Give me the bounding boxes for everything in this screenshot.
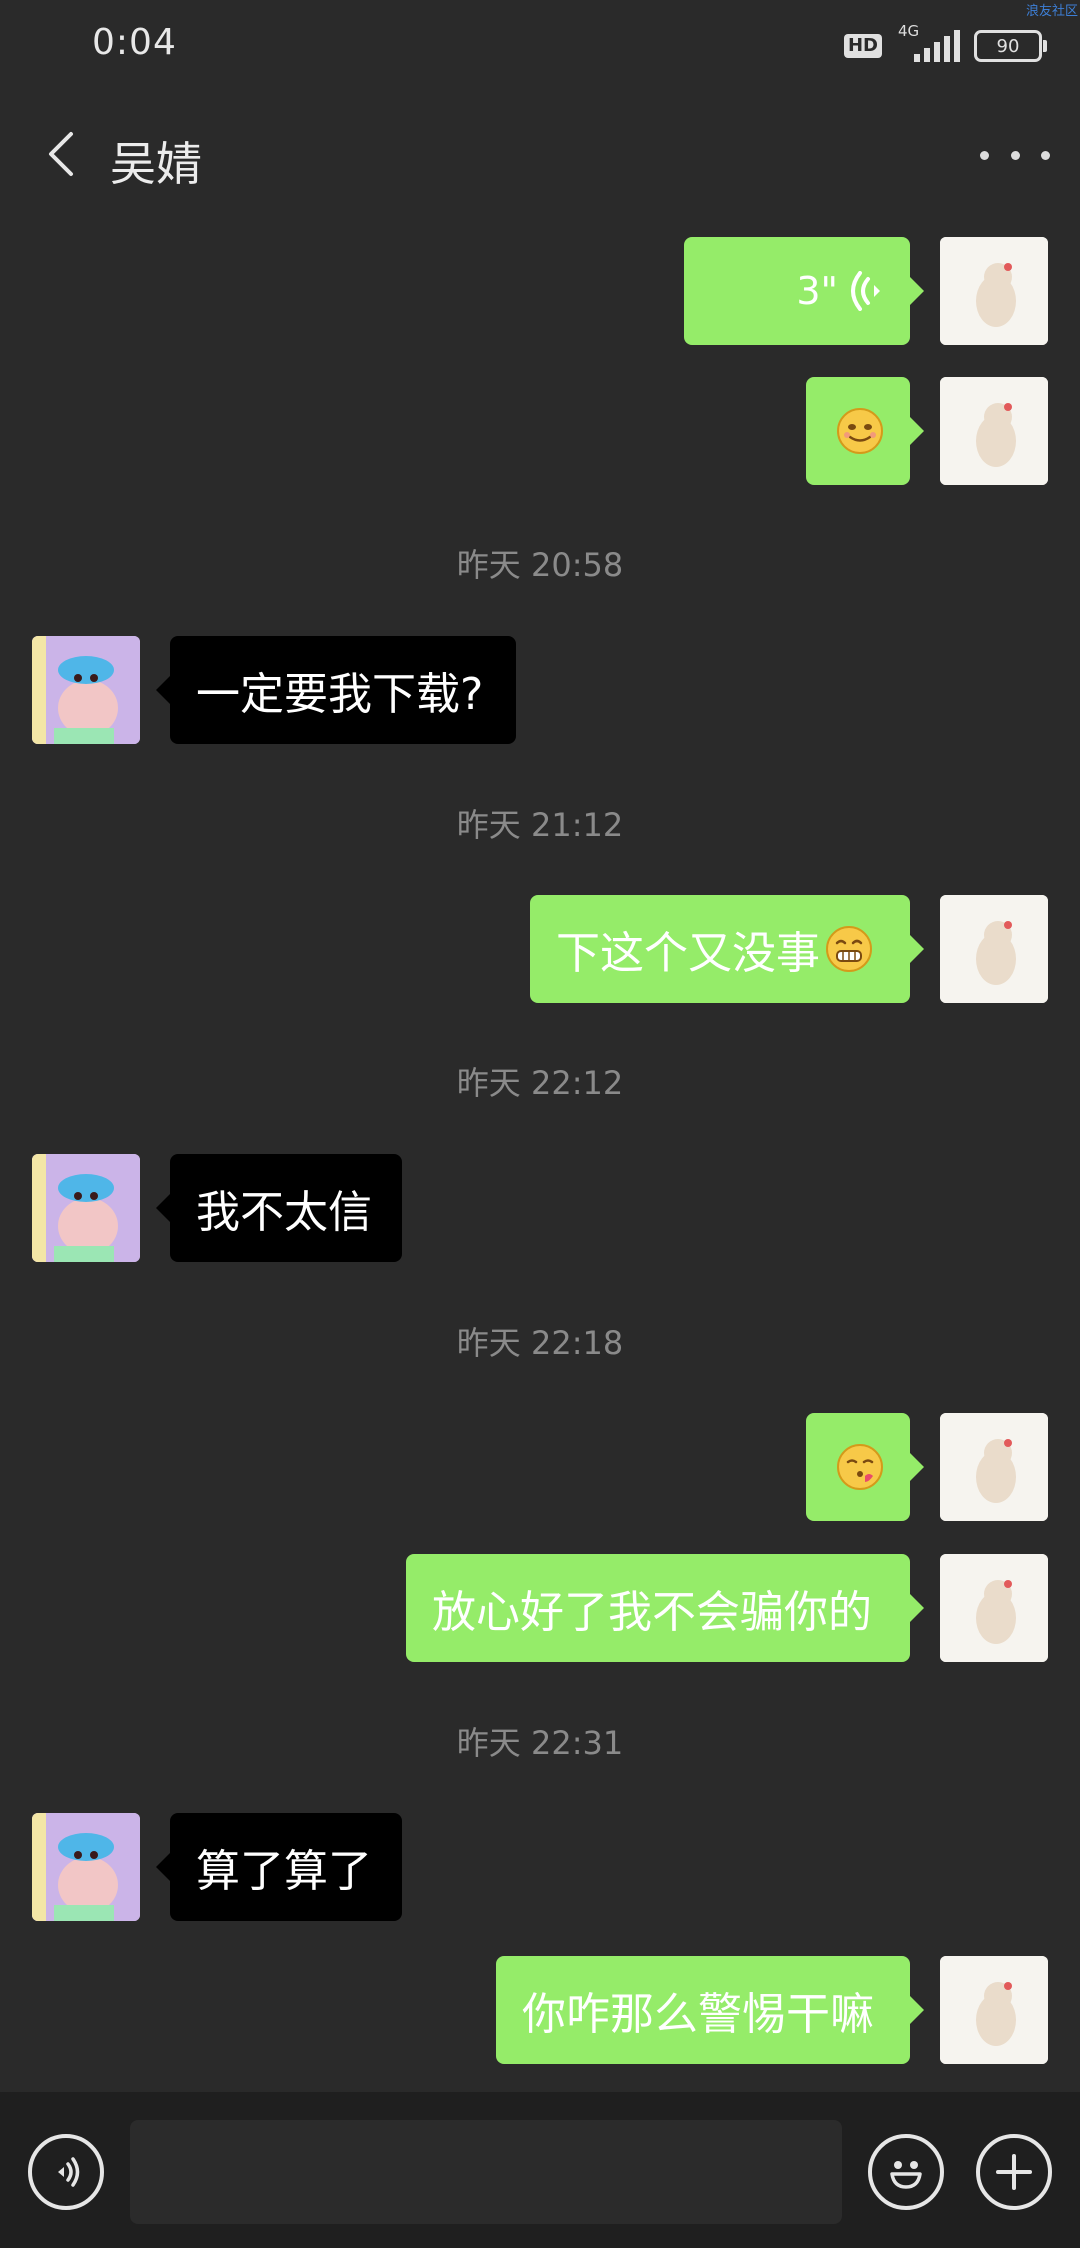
message-list[interactable]: 3" 昨天 20:58 一定要我下载? 昨天 21:12 下这个又没事 昨天 2… (0, 0, 1080, 2090)
message-row: 算了算了 (0, 1813, 1080, 1921)
cartoon-avatar-icon (32, 1154, 140, 1262)
text-message-bubble[interactable]: 下这个又没事 (530, 895, 924, 1003)
cartoon-avatar-icon (940, 1413, 1048, 1521)
message-row: 我不太信 (0, 1154, 1080, 1262)
voice-message-bubble[interactable]: 3" (684, 237, 924, 345)
my-avatar[interactable] (940, 377, 1048, 485)
timestamp: 昨天 21:12 (456, 806, 624, 844)
timestamp: 昨天 22:18 (456, 1324, 624, 1362)
message-row: 一定要我下载? (0, 636, 1080, 744)
message-text: 放心好了我不会骗你的 (432, 1587, 872, 1638)
smile-emoji-icon (837, 408, 883, 454)
emoji-message-bubble[interactable] (806, 1413, 924, 1521)
cartoon-avatar-icon (940, 237, 1048, 345)
shy-emoji-icon (837, 1444, 883, 1490)
message-text: 你咋那么警惕干嘛 (522, 1989, 874, 2040)
cartoon-avatar-icon (940, 895, 1048, 1003)
message-row (0, 377, 1080, 485)
grin-emoji-icon (826, 926, 872, 972)
my-avatar[interactable] (940, 237, 1048, 345)
voice-input-button[interactable] (28, 2134, 104, 2210)
cartoon-avatar-icon (32, 1813, 140, 1921)
emoji-button[interactable] (868, 2134, 944, 2210)
message-text: 我不太信 (196, 1187, 372, 1238)
text-message-bubble[interactable]: 你咋那么警惕干嘛 (496, 1956, 924, 2064)
emoji-message-bubble[interactable] (806, 377, 924, 485)
timestamp: 昨天 22:31 (456, 1724, 624, 1762)
message-row: 你咋那么警惕干嘛 (0, 1956, 1080, 2064)
message-row: 放心好了我不会骗你的 (0, 1554, 1080, 1662)
cartoon-avatar-icon (940, 377, 1048, 485)
cartoon-avatar-icon (940, 1554, 1048, 1662)
input-bar (0, 2092, 1080, 2248)
text-message-bubble[interactable]: 算了算了 (156, 1813, 402, 1921)
message-row (0, 1413, 1080, 1521)
contact-avatar[interactable] (32, 636, 140, 744)
my-avatar[interactable] (940, 895, 1048, 1003)
voice-duration: 3" (796, 269, 838, 313)
more-actions-button[interactable] (976, 2134, 1052, 2210)
text-message-bubble[interactable]: 一定要我下载? (156, 636, 516, 744)
message-row: 3" (0, 237, 1080, 345)
cartoon-avatar-icon (32, 636, 140, 744)
my-avatar[interactable] (940, 1413, 1048, 1521)
message-row: 下这个又没事 (0, 895, 1080, 1003)
text-message-bubble[interactable]: 放心好了我不会骗你的 (406, 1554, 924, 1662)
message-text: 下这个又没事 (556, 928, 820, 979)
contact-avatar[interactable] (32, 1154, 140, 1262)
voice-icon (58, 2157, 80, 2187)
cartoon-avatar-icon (940, 1956, 1048, 2064)
contact-avatar[interactable] (32, 1813, 140, 1921)
message-text: 一定要我下载? (196, 669, 484, 720)
plus-icon (996, 2154, 1032, 2190)
message-text: 算了算了 (196, 1846, 372, 1897)
message-input[interactable] (130, 2120, 842, 2224)
text-message-bubble[interactable]: 我不太信 (156, 1154, 402, 1262)
voice-wave-icon (851, 271, 880, 311)
my-avatar[interactable] (940, 1956, 1048, 2064)
timestamp: 昨天 22:12 (456, 1064, 624, 1102)
my-avatar[interactable] (940, 1554, 1048, 1662)
smiley-icon (890, 2161, 922, 2189)
timestamp: 昨天 20:58 (456, 546, 624, 584)
